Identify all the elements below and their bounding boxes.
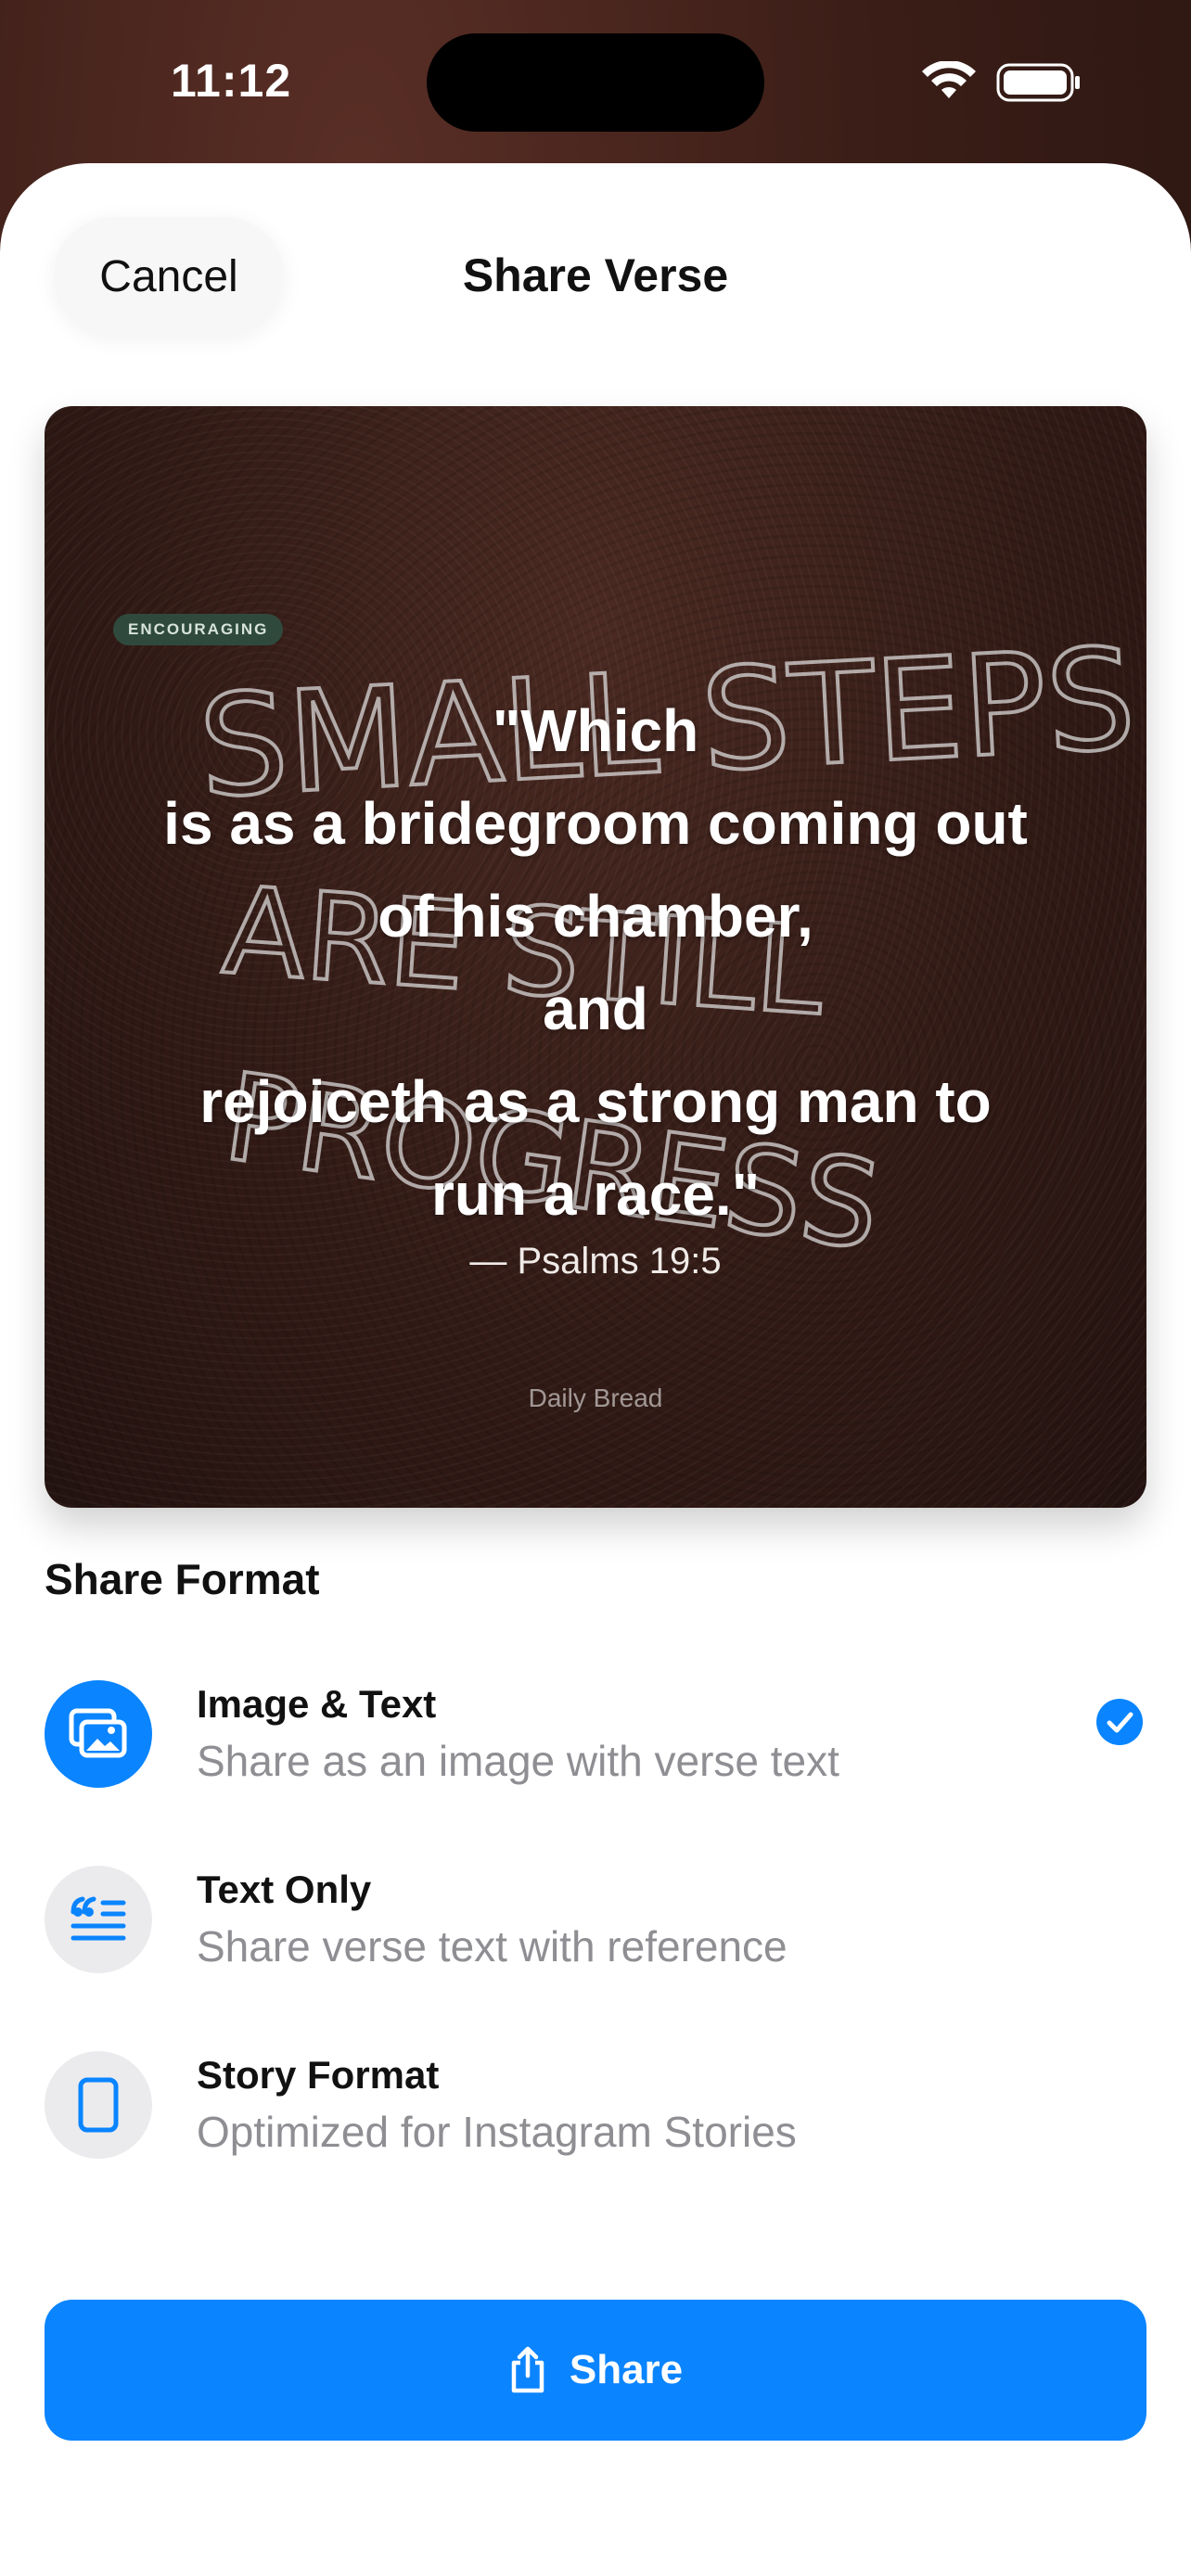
format-icon-bg bbox=[45, 2051, 152, 2159]
share-format-title: Share Format bbox=[45, 1555, 320, 1603]
wifi-icon bbox=[922, 61, 976, 98]
status-time: 11:12 bbox=[171, 55, 292, 107]
phone-rectangle-icon bbox=[78, 2077, 119, 2133]
share-sheet: Cancel Share Verse SMALL STEPS ARE STILL… bbox=[0, 163, 1191, 2576]
format-description: Optimized for Instagram Stories bbox=[197, 2108, 797, 2156]
format-icon-bg bbox=[45, 1680, 152, 1788]
photo-stack-icon bbox=[69, 1708, 127, 1758]
format-description: Share verse text with reference bbox=[197, 1922, 788, 1970]
format-label: Image & Text bbox=[197, 1682, 437, 1726]
verse-reference: — Psalms 19:5 bbox=[469, 1241, 722, 1282]
verse-text: "Which is as a bridegroom coming out of … bbox=[163, 697, 1028, 1228]
format-description: Share as an image with verse text bbox=[197, 1737, 839, 1785]
status-bar: 11:12 bbox=[0, 0, 1191, 158]
format-option-image-text[interactable]: Image & Text Share as an image with vers… bbox=[45, 1671, 1146, 1801]
format-option-text-only[interactable]: Text Only Share verse text with referenc… bbox=[45, 1856, 1146, 1986]
quote-text-icon bbox=[70, 1896, 126, 1941]
app-watermark: Daily Bread bbox=[528, 1384, 663, 1412]
share-up-icon bbox=[511, 2346, 544, 2393]
format-label: Text Only bbox=[197, 1868, 372, 1911]
mood-badge: ENCOURAGING bbox=[113, 614, 284, 645]
checkmark-circle-icon bbox=[1096, 1699, 1143, 1745]
share-button[interactable]: Share bbox=[45, 2300, 1146, 2441]
format-option-story[interactable]: Story Format Optimized for Instagram Sto… bbox=[45, 2042, 1146, 2172]
sheet-title: Share Verse bbox=[462, 249, 729, 301]
verse-preview-card: SMALL STEPS ARE STILL PROGRESS ENCOURAGI… bbox=[45, 406, 1146, 1508]
battery-icon bbox=[996, 63, 1080, 102]
dynamic-island bbox=[427, 33, 764, 132]
share-button-label: Share bbox=[569, 2347, 684, 2392]
format-icon-bg bbox=[45, 1866, 152, 1973]
format-label: Story Format bbox=[197, 2053, 440, 2097]
